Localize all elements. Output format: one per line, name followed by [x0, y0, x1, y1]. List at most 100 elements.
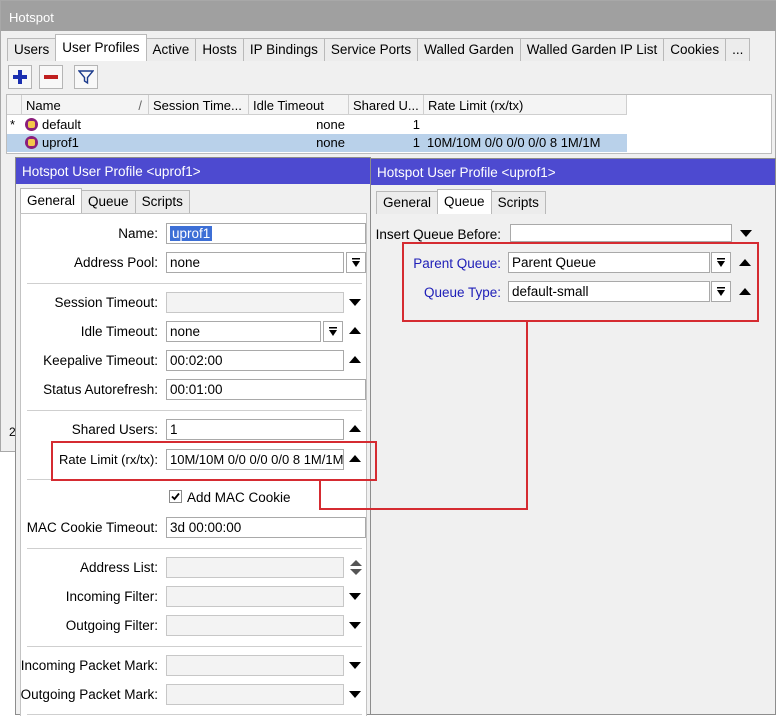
tab-general[interactable]: General: [20, 188, 83, 213]
row-rate-limit: 10M/10M 0/0 0/0 0/0 8 1M/1M: [427, 135, 601, 150]
tab-users[interactable]: Users: [7, 38, 57, 61]
dropdown-arrow-icon: [329, 326, 337, 336]
highlight-rate-limit: [51, 441, 377, 481]
shared-users-label: Shared Users:: [71, 422, 158, 437]
row-shared-users: 1: [412, 117, 420, 132]
row-idle-timeout: none: [316, 135, 345, 150]
checkmark-icon: [171, 492, 180, 501]
expand-down-icon[interactable]: [349, 299, 361, 306]
filter-button[interactable]: [74, 65, 98, 89]
name-label: Name:: [118, 226, 158, 241]
row-session-timeout: [149, 116, 249, 134]
session-timeout-label: Session Timeout:: [54, 295, 158, 310]
main-tabbar: Users User Profiles Active Hosts IP Bind…: [7, 34, 751, 61]
sort-indicator: /: [138, 98, 142, 113]
address-pool-select[interactable]: none: [166, 252, 344, 273]
row-name: default: [25, 116, 147, 134]
table-row[interactable]: * default none 1: [7, 116, 627, 134]
table-row-selected[interactable]: uprof1 none 1 10M/10M 0/0 0/0 0/0 8 1M/1…: [7, 134, 627, 152]
column-header-session-timeout[interactable]: Session Time...: [149, 95, 249, 115]
divider: [27, 410, 362, 411]
keepalive-timeout-label: Keepalive Timeout:: [43, 353, 158, 368]
collapse-up-icon[interactable]: [349, 327, 361, 334]
address-list-field[interactable]: [166, 557, 344, 578]
insert-queue-before-select[interactable]: [510, 224, 732, 242]
row-idle-timeout: none: [316, 117, 345, 132]
insert-queue-before-label: Insert Queue Before:: [375, 227, 501, 242]
tab-general[interactable]: General: [376, 191, 439, 214]
keepalive-timeout-field[interactable]: 00:02:00: [166, 350, 344, 371]
expand-down-icon[interactable]: [349, 691, 361, 698]
mac-cookie-timeout-field[interactable]: 3d 00:00:00: [166, 517, 366, 538]
divider: [27, 283, 362, 284]
tab-queue[interactable]: Queue: [81, 190, 136, 213]
tab-walled-garden-ip-list[interactable]: Walled Garden IP List: [519, 38, 665, 61]
remove-button[interactable]: [39, 65, 63, 89]
column-header-idle-timeout[interactable]: Idle Timeout: [249, 95, 349, 115]
window-title: Hotspot: [1, 1, 776, 31]
tab-user-profiles[interactable]: User Profiles: [55, 34, 147, 61]
tab-hosts[interactable]: Hosts: [195, 38, 244, 61]
row-shared-users: 1: [412, 135, 420, 150]
name-field[interactable]: uprof1: [166, 223, 366, 244]
dropdown-arrow-icon: [352, 257, 360, 267]
mac-cookie-timeout-label: MAC Cookie Timeout:: [26, 520, 158, 535]
add-mac-cookie-label: Add MAC Cookie: [187, 490, 291, 505]
tab-service-ports[interactable]: Service Ports: [323, 38, 419, 61]
add-button[interactable]: [8, 65, 32, 89]
address-pool-label: Address Pool:: [73, 255, 158, 270]
profile-icon: [25, 118, 38, 131]
tab-walled-garden[interactable]: Walled Garden: [417, 38, 521, 61]
collapse-up-icon[interactable]: [349, 356, 361, 363]
connector-line: [319, 508, 528, 510]
add-mac-cookie-checkbox[interactable]: [169, 490, 182, 503]
incoming-packet-mark-label: Incoming Packet Mark:: [20, 658, 158, 673]
collapse-up-icon[interactable]: [349, 425, 361, 432]
expand-down-icon[interactable]: [349, 622, 361, 629]
idle-timeout-dropdown-button[interactable]: [323, 321, 343, 342]
incoming-filter-field[interactable]: [166, 586, 344, 607]
tab-cookies[interactable]: Cookies: [663, 38, 727, 61]
expand-down-icon[interactable]: [349, 662, 361, 669]
status-autorefresh-field[interactable]: 00:01:00: [166, 379, 366, 400]
row-session-timeout: [149, 134, 249, 152]
outgoing-packet-mark-field[interactable]: [166, 684, 344, 705]
address-pool-dropdown-button[interactable]: [346, 252, 366, 273]
tab-scripts[interactable]: Scripts: [490, 191, 546, 214]
column-header-rate-limit[interactable]: Rate Limit (rx/tx): [424, 95, 627, 115]
row-marker: [10, 134, 22, 152]
tab-more[interactable]: ...: [725, 38, 751, 61]
column-header-shared-users[interactable]: Shared U...: [349, 95, 424, 115]
status-autorefresh-label: Status Autorefresh:: [43, 382, 158, 397]
default-marker: *: [10, 117, 16, 132]
column-header-name[interactable]: Name /: [22, 95, 149, 115]
profile-dialog-general: Hotspot User Profile <uprof1> General Qu…: [15, 157, 371, 716]
tab-ip-bindings[interactable]: IP Bindings: [242, 38, 325, 61]
expand-down-icon[interactable]: [349, 593, 361, 600]
dialog-title: Hotspot User Profile <uprof1>: [371, 159, 775, 185]
connector-line: [526, 321, 528, 510]
session-timeout-field[interactable]: [166, 292, 344, 313]
user-profiles-table: Name / Session Time... Idle Timeout Shar…: [6, 94, 772, 154]
column-header-marker: [7, 95, 22, 115]
tab-scripts[interactable]: Scripts: [134, 190, 190, 213]
shared-users-field[interactable]: 1: [166, 419, 344, 440]
idle-timeout-label: Idle Timeout:: [80, 324, 158, 339]
outgoing-filter-field[interactable]: [166, 615, 344, 636]
incoming-packet-mark-field[interactable]: [166, 655, 344, 676]
divider: [27, 646, 362, 647]
expand-down-icon[interactable]: [740, 230, 752, 237]
row-name: uprof1: [25, 134, 147, 152]
tab-active[interactable]: Active: [145, 38, 197, 61]
address-list-label: Address List:: [79, 560, 158, 575]
idle-timeout-select[interactable]: none: [166, 321, 321, 342]
tab-queue[interactable]: Queue: [437, 189, 492, 214]
up-down-icon[interactable]: [350, 560, 362, 576]
filter-icon: [78, 70, 94, 85]
outgoing-filter-label: Outgoing Filter:: [65, 618, 158, 633]
minus-icon: [44, 75, 58, 79]
plus-icon: [13, 70, 27, 84]
outgoing-packet-mark-label: Outgoing Packet Mark:: [20, 687, 158, 702]
profile-icon: [25, 136, 38, 149]
incoming-filter-label: Incoming Filter:: [65, 589, 158, 604]
